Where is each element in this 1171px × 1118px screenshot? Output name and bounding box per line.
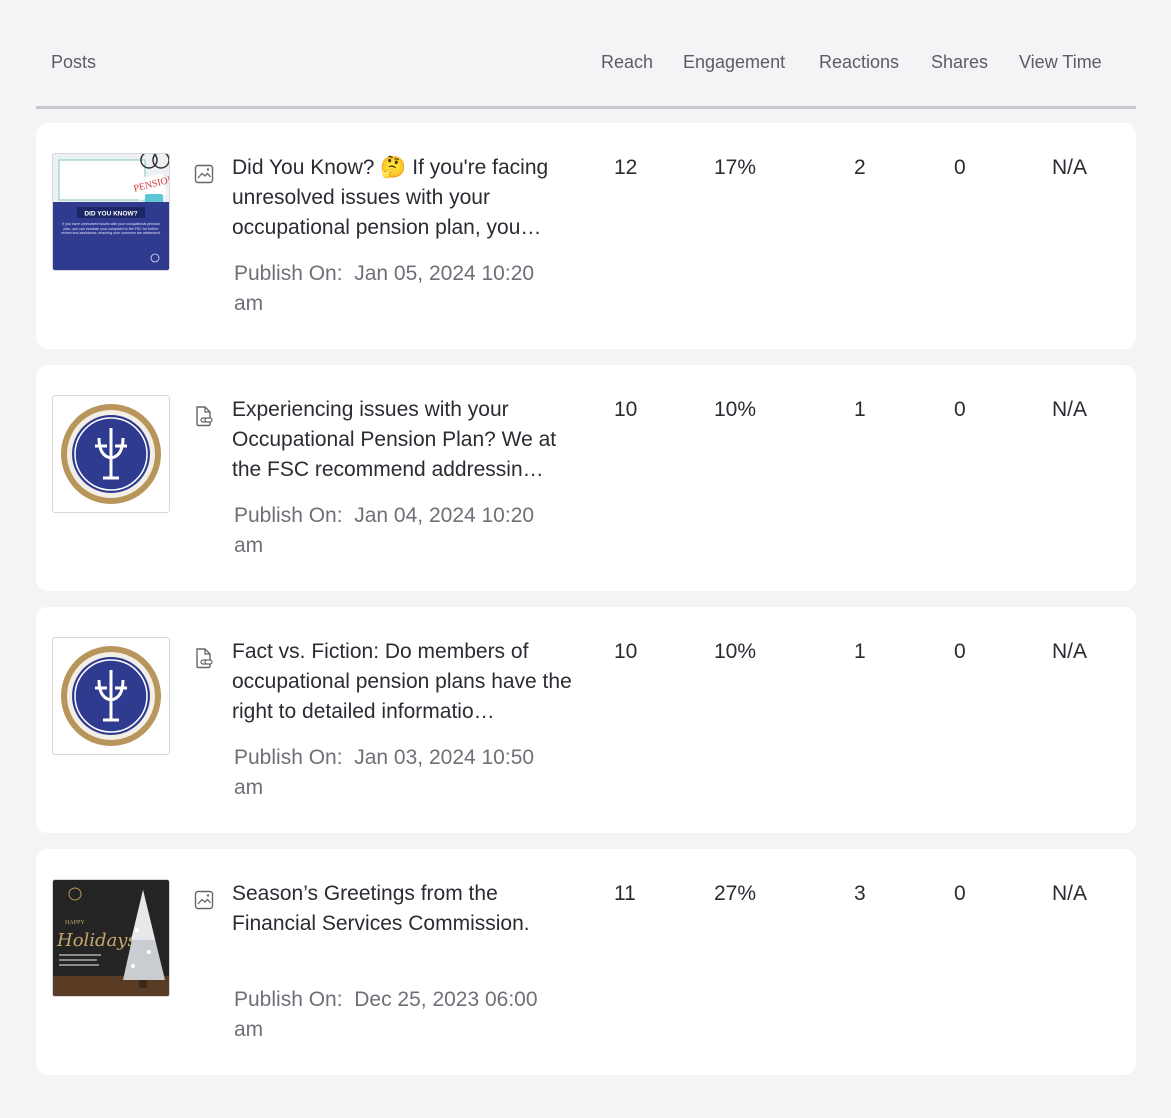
view-time-value: N/A: [1052, 882, 1088, 905]
post-title[interactable]: Experiencing issues with your Occupation…: [232, 395, 577, 485]
fsc-seal-logo: [53, 638, 169, 754]
view-time-value: N/A: [1052, 156, 1088, 179]
publish-date: Publish On: Dec 25, 2023 06:00 am: [234, 985, 564, 1045]
engagement-value: 27%: [714, 882, 757, 905]
shares-value: 0: [954, 398, 966, 421]
post-row[interactable]: PENSION DID YOU KNOW? If you have unreso…: [36, 123, 1136, 349]
column-engagement[interactable]: Engagement: [683, 52, 785, 73]
reach-value: 10: [614, 398, 638, 421]
publish-label: Publish On:: [234, 504, 343, 527]
reactions-value: 1: [854, 640, 866, 663]
view-time-value: N/A: [1052, 640, 1088, 663]
table-header: Posts Reach Engagement Reactions Shares …: [36, 4, 1136, 109]
posts-performance-panel: Posts Reach Engagement Reactions Shares …: [6, 4, 1166, 1116]
post-thumbnail[interactable]: PENSION DID YOU KNOW? If you have unreso…: [52, 153, 170, 271]
post-thumbnail[interactable]: HAPPY Holidays!: [52, 879, 170, 997]
engagement-value: 10%: [714, 398, 757, 421]
column-shares[interactable]: Shares: [931, 52, 988, 73]
link-doc-icon: [196, 648, 213, 669]
shares-value: 0: [954, 156, 966, 179]
column-posts[interactable]: Posts: [51, 52, 96, 73]
column-reach[interactable]: Reach: [601, 52, 653, 73]
link-doc-icon: [196, 406, 213, 427]
post-title[interactable]: Fact vs. Fiction: Do members of occupati…: [232, 637, 577, 727]
thumb-banner-text: DID YOU KNOW?: [84, 211, 137, 218]
post-title[interactable]: Season’s Greetings from the Financial Se…: [232, 879, 577, 939]
reach-value: 11: [614, 882, 636, 905]
post-row[interactable]: Fact vs. Fiction: Do members of occupati…: [36, 607, 1136, 833]
publish-date: Publish On: Jan 03, 2024 10:50 am: [234, 743, 564, 803]
reactions-value: 1: [854, 398, 866, 421]
reach-value: 10: [614, 640, 638, 663]
image-icon: [194, 890, 214, 910]
post-thumbnail[interactable]: [52, 637, 170, 755]
view-time-value: N/A: [1052, 398, 1088, 421]
reach-value: 12: [614, 156, 638, 179]
publish-label: Publish On:: [234, 988, 343, 1011]
column-reactions[interactable]: Reactions: [819, 52, 899, 73]
post-title[interactable]: Did You Know? 🤔 If you're facing unresol…: [232, 153, 577, 243]
post-row[interactable]: HAPPY Holidays! Season’s Greetings from …: [36, 849, 1136, 1075]
post-row[interactable]: Experiencing issues with your Occupation…: [36, 365, 1136, 591]
publish-label: Publish On:: [234, 746, 343, 769]
shares-value: 0: [954, 882, 966, 905]
shares-value: 0: [954, 640, 966, 663]
publish-date: Publish On: Jan 04, 2024 10:20 am: [234, 501, 564, 561]
fsc-seal-logo: [53, 396, 169, 512]
engagement-value: 17%: [714, 156, 757, 179]
publish-date: Publish On: Jan 05, 2024 10:20 am: [234, 259, 564, 319]
thumb-body-text: If you have unresolved issues with your …: [61, 222, 161, 236]
image-icon: [194, 164, 214, 184]
thumb-happy-text: HAPPY: [65, 920, 85, 926]
engagement-value: 10%: [714, 640, 757, 663]
column-view-time[interactable]: View Time: [1019, 52, 1102, 73]
reactions-value: 3: [854, 882, 866, 905]
publish-label: Publish On:: [234, 262, 343, 285]
post-thumbnail[interactable]: [52, 395, 170, 513]
reactions-value: 2: [854, 156, 866, 179]
